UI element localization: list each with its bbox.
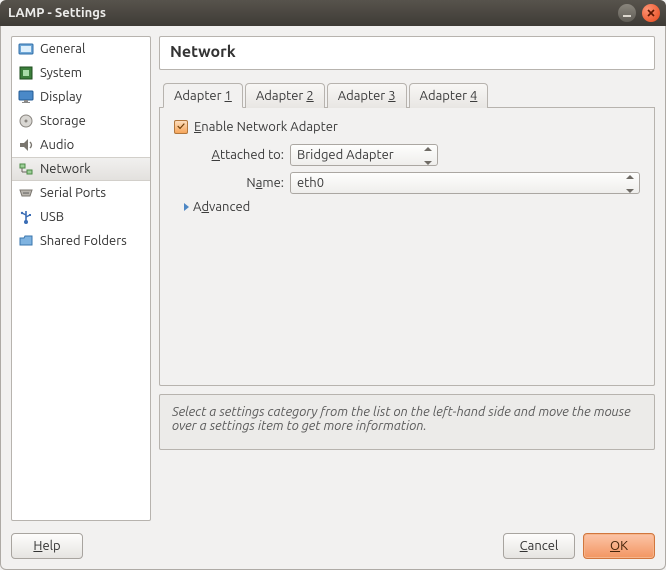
name-value: eth0 — [297, 176, 324, 190]
combobox-arrows-icon — [625, 175, 635, 193]
sidebar-item-serial-ports[interactable]: Serial Ports — [12, 181, 150, 205]
check-icon: ✓ — [177, 121, 185, 133]
enable-adapter-label: Enable Network Adapter — [194, 120, 338, 134]
settings-sidebar: General System Display Storage Audio Net… — [11, 36, 151, 521]
attached-to-combobox[interactable]: Bridged Adapter — [290, 144, 438, 166]
sidebar-item-label: Display — [40, 90, 82, 104]
tab-adapter-4[interactable]: Adapter 4 — [409, 83, 489, 108]
window-title: LAMP - Settings — [8, 6, 612, 20]
advanced-expander[interactable]: Advanced — [184, 200, 640, 214]
sidebar-item-network[interactable]: Network — [12, 157, 150, 181]
sidebar-item-label: Audio — [40, 138, 74, 152]
sidebar-item-label: USB — [40, 210, 64, 224]
ok-button[interactable]: OK — [583, 533, 655, 559]
sidebar-item-label: Storage — [40, 114, 86, 128]
minimize-button[interactable] — [618, 4, 636, 22]
tab-adapter-2[interactable]: Adapter 2 — [245, 83, 325, 108]
usb-icon — [18, 209, 34, 225]
display-icon — [18, 89, 34, 105]
sidebar-item-label: Network — [40, 162, 91, 176]
cancel-button[interactable]: Cancel — [503, 533, 575, 559]
attached-to-label: Attached to: — [174, 148, 290, 162]
enable-adapter-checkbox[interactable]: ✓ — [174, 120, 188, 134]
system-icon — [18, 65, 34, 81]
help-button[interactable]: Help — [11, 533, 83, 559]
sidebar-item-label: Serial Ports — [40, 186, 106, 200]
main-panel: Network Adapter 1 Adapter 2 Adapter 3 Ad… — [159, 36, 655, 521]
content-area: General System Display Storage Audio Net… — [1, 26, 665, 527]
adapter-tabs: Adapter 1 Adapter 2 Adapter 3 Adapter 4 — [159, 78, 655, 108]
sidebar-item-audio[interactable]: Audio — [12, 133, 150, 157]
page-heading-box: Network — [159, 36, 655, 70]
help-text-box: Select a settings category from the list… — [159, 394, 655, 450]
sidebar-item-shared-folders[interactable]: Shared Folders — [12, 229, 150, 253]
titlebar: LAMP - Settings — [0, 0, 666, 26]
close-button[interactable] — [642, 4, 660, 22]
serial-ports-icon — [18, 185, 34, 201]
name-combobox[interactable]: eth0 — [290, 172, 640, 194]
advanced-label: Advanced — [193, 200, 250, 214]
shared-folders-icon — [18, 233, 34, 249]
attached-to-row: Attached to: Bridged Adapter — [174, 144, 640, 166]
attached-to-value: Bridged Adapter — [297, 148, 394, 162]
general-icon — [18, 41, 34, 57]
name-label: Name: — [174, 176, 290, 190]
combobox-arrows-icon — [423, 147, 433, 165]
sidebar-item-label: Shared Folders — [40, 234, 127, 248]
sidebar-item-general[interactable]: General — [12, 37, 150, 61]
sidebar-item-display[interactable]: Display — [12, 85, 150, 109]
window-body: General System Display Storage Audio Net… — [0, 26, 666, 570]
audio-icon — [18, 137, 34, 153]
sidebar-item-usb[interactable]: USB — [12, 205, 150, 229]
help-text: Select a settings category from the list… — [172, 405, 631, 433]
tab-body: ✓ Enable Network Adapter Attached to: Br… — [159, 108, 655, 386]
disclosure-triangle-icon — [184, 203, 189, 211]
network-icon — [18, 161, 34, 177]
sidebar-item-system[interactable]: System — [12, 61, 150, 85]
sidebar-item-label: General — [40, 42, 85, 56]
tab-area: Adapter 1 Adapter 2 Adapter 3 Adapter 4 … — [159, 78, 655, 386]
name-row: Name: eth0 — [174, 172, 640, 194]
sidebar-item-storage[interactable]: Storage — [12, 109, 150, 133]
storage-icon — [18, 113, 34, 129]
enable-adapter-row: ✓ Enable Network Adapter — [174, 120, 640, 134]
page-title: Network — [170, 43, 644, 61]
tab-adapter-1[interactable]: Adapter 1 — [163, 83, 243, 108]
footer-buttons: Help Cancel OK — [1, 527, 665, 569]
tab-adapter-3[interactable]: Adapter 3 — [327, 83, 407, 108]
sidebar-item-label: System — [40, 66, 82, 80]
